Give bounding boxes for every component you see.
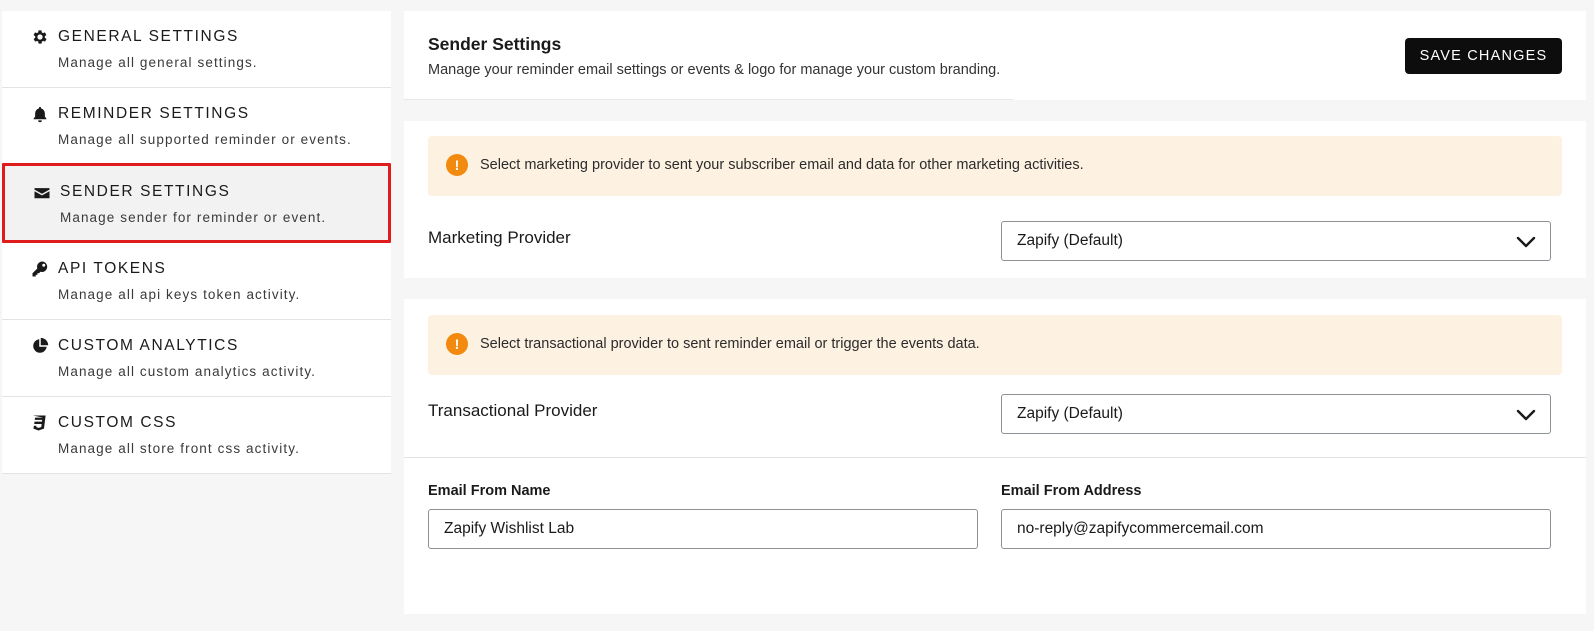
chevron-down-icon [1516, 407, 1536, 423]
save-changes-button[interactable]: SAVE CHANGES [1405, 38, 1562, 74]
marketing-provider-card: ! Select marketing provider to sent your… [404, 121, 1586, 278]
sidebar-item-title: REMINDER SETTINGS [58, 105, 250, 122]
page-header: Sender Settings Manage your reminder ema… [404, 11, 1586, 100]
pie-chart-icon [30, 336, 50, 356]
sidebar-item-description: Manage all supported reminder or events. [58, 132, 352, 147]
page-subtitle: Manage your reminder email settings or e… [428, 62, 1001, 78]
sidebar-item-custom-css[interactable]: CUSTOM CSS Manage all store front css ac… [2, 397, 391, 474]
transactional-provider-card: ! Select transactional provider to sent … [404, 299, 1586, 457]
sidebar-item-description: Manage all general settings. [58, 55, 258, 70]
banner-text: Select transactional provider to sent re… [480, 336, 980, 352]
email-from-address-label: Email From Address [1001, 483, 1142, 499]
chevron-down-icon [1516, 234, 1536, 250]
email-sender-card: Email From Name Email From Address [404, 457, 1586, 614]
sidebar-item-title: API TOKENS [58, 260, 167, 277]
sidebar-item-title: SENDER SETTINGS [60, 183, 231, 200]
page-title: Sender Settings [428, 34, 562, 54]
envelope-icon [32, 183, 52, 203]
sidebar-item-title: GENERAL SETTINGS [58, 28, 239, 45]
sidebar-item-api-tokens[interactable]: API TOKENS Manage all api keys token act… [2, 243, 391, 320]
email-from-name-label: Email From Name [428, 483, 551, 499]
settings-sidebar: GENERAL SETTINGS Manage all general sett… [2, 11, 391, 474]
select-value: Zapify (Default) [1017, 405, 1123, 422]
transactional-provider-label: Transactional Provider [428, 401, 598, 420]
sidebar-item-description: Manage all custom analytics activity. [58, 364, 317, 379]
sidebar-item-description: Manage sender for reminder or event. [60, 210, 327, 225]
email-from-name-input[interactable] [428, 509, 978, 549]
sidebar-item-title: CUSTOM CSS [58, 414, 178, 431]
main-content: Sender Settings Manage your reminder ema… [404, 11, 1586, 614]
sidebar-item-description: Manage all api keys token activity. [58, 287, 301, 302]
marketing-info-banner: ! Select marketing provider to sent your… [428, 136, 1562, 196]
sidebar-item-sender-settings[interactable]: SENDER SETTINGS Manage sender for remind… [2, 163, 391, 243]
gear-icon [30, 27, 50, 47]
marketing-provider-select[interactable]: Zapify (Default) [1001, 221, 1551, 261]
key-icon [30, 259, 50, 279]
bell-icon [30, 104, 50, 124]
sidebar-item-custom-analytics[interactable]: CUSTOM ANALYTICS Manage all custom analy… [2, 320, 391, 397]
marketing-provider-label: Marketing Provider [428, 228, 571, 247]
sidebar-item-title: CUSTOM ANALYTICS [58, 337, 239, 354]
transactional-provider-select[interactable]: Zapify (Default) [1001, 394, 1551, 434]
sidebar-item-general-settings[interactable]: GENERAL SETTINGS Manage all general sett… [2, 11, 391, 88]
select-value: Zapify (Default) [1017, 232, 1123, 249]
sidebar-item-reminder-settings[interactable]: REMINDER SETTINGS Manage all supported r… [2, 88, 391, 165]
header-divider [404, 99, 1014, 100]
css3-icon [30, 413, 50, 433]
banner-text: Select marketing provider to sent your s… [480, 157, 1084, 173]
warning-icon: ! [446, 333, 468, 355]
sidebar-item-description: Manage all store front css activity. [58, 441, 300, 456]
warning-icon: ! [446, 154, 468, 176]
transactional-info-banner: ! Select transactional provider to sent … [428, 315, 1562, 375]
email-from-address-input[interactable] [1001, 509, 1551, 549]
